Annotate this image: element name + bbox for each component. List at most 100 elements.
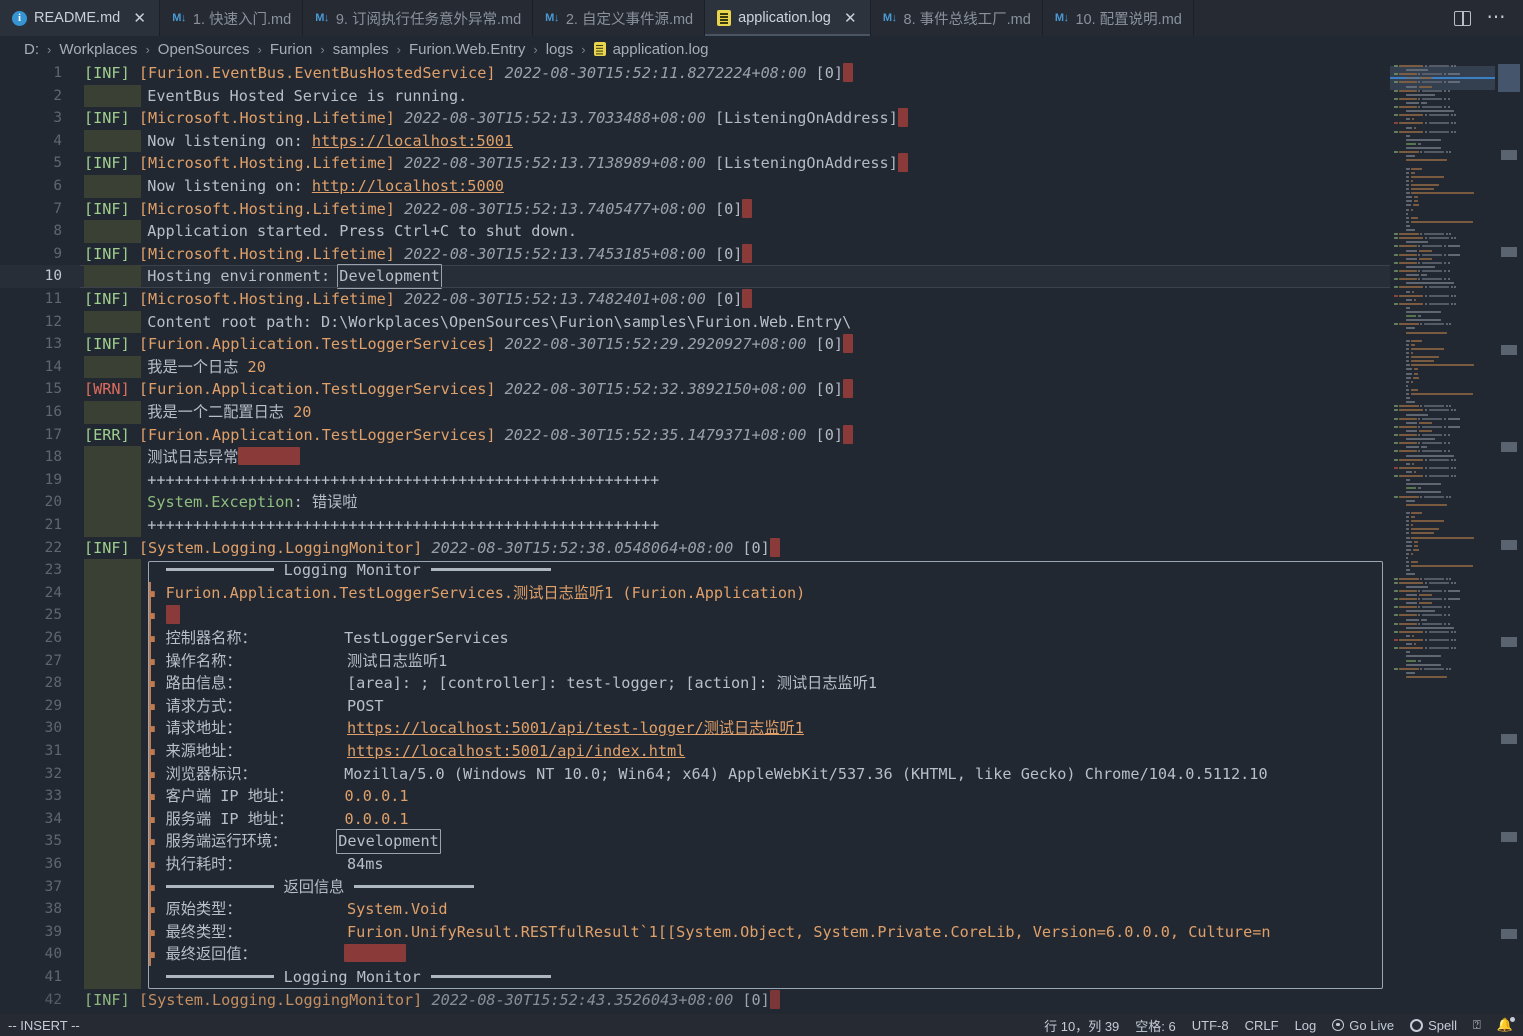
minimap-line [1399, 417, 1417, 420]
log-line[interactable]: 9 [INF] [Microsoft.Hosting.Lifetime] 2022… [0, 243, 1523, 266]
tab-2-zidingyi-shijianyuan-md[interactable]: M↓ 2. 自定义事件源.md [533, 0, 706, 36]
tab-close-icon[interactable]: ✕ [842, 10, 859, 27]
log-line[interactable]: 10 Hosting environment: Development [0, 264, 1523, 289]
log-line[interactable]: 33 ▪ 客户端 IP 地址： 0.0.0.1 [0, 785, 1523, 808]
minimap-line [1406, 327, 1416, 330]
log-line[interactable]: 39 ▪ 最终类型： Furion.UnifyResult.RESTfulResul… [0, 920, 1523, 944]
log-line[interactable]: 28 ▪ 路由信息： [area]: ; [controller]: test-lo… [0, 672, 1523, 695]
log-line[interactable]: 11 [INF] [Microsoft.Hosting.Lifetime] 202… [0, 288, 1523, 311]
log-line[interactable]: 36 ▪ 执行耗时： 84ms [0, 853, 1523, 876]
log-line[interactable]: 41 Logging Monitor [0, 966, 1523, 989]
tab-close-icon[interactable]: ✕ [131, 10, 148, 27]
log-line[interactable]: 14 我是一个日志 20 [0, 355, 1523, 379]
breadcrumb-item-samples[interactable]: samples [333, 41, 389, 58]
log-line[interactable]: 1 [INF] [Furion.EventBus.EventBusHostedSe… [0, 62, 1523, 85]
breadcrumb-item-workplaces[interactable]: Workplaces [59, 41, 137, 58]
line-text: ++++++++++++++++++++++++++++++++++++++++… [147, 469, 659, 492]
log-line[interactable]: 27 ▪ 操作名称： 测试日志监听1 [0, 649, 1523, 673]
minimap[interactable] [1390, 62, 1495, 1014]
minimap-line [1447, 261, 1450, 264]
log-line[interactable]: 29 ▪ 请求方式： POST [0, 694, 1523, 718]
log-line[interactable]: 35 ▪ 服务端运行环境： Development [0, 829, 1523, 854]
log-line[interactable]: 23 Logging Monitor [0, 559, 1523, 582]
status-spell-checker[interactable]: Spell [1410, 1018, 1457, 1033]
log-line[interactable]: 37 ▪ 返回信息 [0, 875, 1523, 899]
tab-readme-md[interactable]: i README.md ✕ [0, 0, 161, 36]
log-line[interactable]: 4 Now listening on: https://localhost:500… [0, 129, 1523, 153]
minimap-line [1394, 630, 1398, 633]
log-line[interactable]: 20 System.Exception: 错误啦 [0, 491, 1523, 514]
breadcrumb-item-drive[interactable]: D: [24, 41, 39, 58]
line-number: 34 [44, 810, 62, 827]
log-line[interactable]: 22 [INF] [System.Logging.LoggingMonitor] … [0, 537, 1523, 560]
log-token [395, 109, 404, 127]
log-line[interactable]: 2 EventBus Hosted Service is running. [0, 84, 1523, 108]
log-line[interactable]: 21 ++++++++++++++++++++++++++++++++++++++… [0, 514, 1523, 537]
minimap-line [1406, 376, 1411, 379]
log-line[interactable]: 38 ▪ 原始类型： System.Void [0, 898, 1523, 921]
tab-application-log[interactable]: application.log ✕ [705, 0, 871, 36]
log-line[interactable]: 12 Content root path: D:\Workplaces\OpenS… [0, 310, 1523, 334]
status-go-live[interactable]: Go Live [1332, 1018, 1394, 1033]
line-number: 20 [44, 494, 62, 511]
minimap-line [1421, 97, 1443, 100]
breadcrumb-item-furion-web-entry[interactable]: Furion.Web.Entry [409, 41, 525, 58]
scrollbar-thumb[interactable] [1498, 64, 1520, 92]
breadcrumb-item-furion[interactable]: Furion [270, 41, 313, 58]
log-line[interactable]: 17 [ERR] [Furion.Application.TestLoggerSe… [0, 424, 1523, 447]
tab-9-dingyue-md[interactable]: M↓ 9. 订阅执行任务意外异常.md [303, 0, 534, 36]
log-line[interactable]: 3 [INF] [Microsoft.Hosting.Lifetime] 2022… [0, 107, 1523, 130]
log-line[interactable]: 18 测试日志异常 [0, 446, 1523, 469]
status-eol[interactable]: CRLF [1245, 1018, 1279, 1033]
log-token: [Microsoft.Hosting.Lifetime] [138, 290, 395, 308]
breadcrumb-item-file[interactable]: application.log [593, 41, 709, 58]
status-cursor-position[interactable]: 行 10，列 39 [1044, 1016, 1119, 1035]
feedback-icon[interactable]: ⍰ [1473, 1017, 1481, 1033]
minimap-line [1406, 331, 1447, 334]
log-line[interactable]: 19 ++++++++++++++++++++++++++++++++++++++… [0, 468, 1523, 492]
vertical-scrollbar[interactable] [1495, 62, 1523, 1014]
log-line[interactable]: 25 ▪ [0, 604, 1523, 627]
overview-ruler-mark [1501, 247, 1517, 257]
tab-1-kuaisu-rumen-md[interactable]: M↓ 1. 快速入门.md [160, 0, 304, 36]
log-line[interactable]: 34 ▪ 服务端 IP 地址： 0.0.0.1 [0, 807, 1523, 831]
log-line[interactable]: 7 [INF] [Microsoft.Hosting.Lifetime] 2022… [0, 198, 1523, 221]
line-number: 41 [44, 969, 62, 985]
minimap-line [1394, 130, 1398, 133]
log-content[interactable]: 1 [INF] [Furion.EventBus.EventBusHostedSe… [0, 62, 1523, 1014]
log-line[interactable]: 5 [INF] [Microsoft.Hosting.Lifetime] 2022… [0, 152, 1523, 175]
log-line[interactable]: 26 ▪ 控制器名称： TestLoggerServices [0, 627, 1523, 650]
minimap-line [1425, 294, 1428, 297]
log-line[interactable]: 32 ▪ 浏览器标识： Mozilla/5.0 (Windows NT 10.0; … [0, 762, 1523, 786]
status-language-mode[interactable]: Log [1295, 1018, 1317, 1033]
indent-block [84, 830, 141, 853]
bell-icon[interactable]: 🔔 [1497, 1017, 1515, 1033]
split-editor-icon[interactable] [1453, 10, 1471, 26]
minimap-line [1406, 503, 1447, 506]
status-indentation[interactable]: 空格: 6 [1135, 1016, 1175, 1035]
tab-10-peizhishuoming-md[interactable]: M↓ 10. 配置说明.md [1042, 0, 1194, 36]
log-line[interactable]: 16 我是一个二配置日志 20 [0, 401, 1523, 424]
editor-pane[interactable]: 1 [INF] [Furion.EventBus.EventBusHostedSe… [0, 62, 1523, 1014]
log-line[interactable]: 13 [INF] [Furion.Application.TestLoggerSe… [0, 333, 1523, 356]
rule-line [165, 568, 274, 572]
minimap-line [1399, 614, 1417, 617]
log-line[interactable]: 24 ▪ Furion.Application.TestLoggerService… [0, 581, 1523, 605]
more-actions-icon[interactable]: ⋯ [1487, 8, 1508, 27]
minimap-line [1394, 434, 1398, 436]
log-line[interactable]: 42 [INF] [System.Logging.LoggingMonitor] … [0, 989, 1523, 1012]
log-line[interactable]: 6 Now listening on: http://localhost:5000 [0, 175, 1523, 198]
log-line[interactable]: 15 [WRN] [Furion.Application.TestLoggerSe… [0, 378, 1523, 401]
minimap-line [1399, 237, 1424, 240]
status-encoding[interactable]: UTF-8 [1192, 1018, 1229, 1033]
minimap-line [1428, 458, 1450, 461]
breadcrumb-item-opensources[interactable]: OpenSources [158, 41, 250, 58]
log-line[interactable]: 8 Application started. Press Ctrl+C to sh… [0, 220, 1523, 243]
log-line[interactable]: 40 ▪ 最终返回值： [0, 943, 1523, 966]
minimap-line [1406, 524, 1410, 527]
line-number: 21 [44, 517, 62, 533]
log-line[interactable]: 31 ▪ 来源地址： https://localhost:5001/api/inde… [0, 740, 1523, 763]
breadcrumb-item-logs[interactable]: logs [546, 41, 574, 58]
tab-8-shijianzongxian-md[interactable]: M↓ 8. 事件总线工厂.md [870, 0, 1043, 36]
log-line[interactable]: 30 ▪ 请求地址： https://localhost:5001/api/test… [0, 717, 1523, 740]
